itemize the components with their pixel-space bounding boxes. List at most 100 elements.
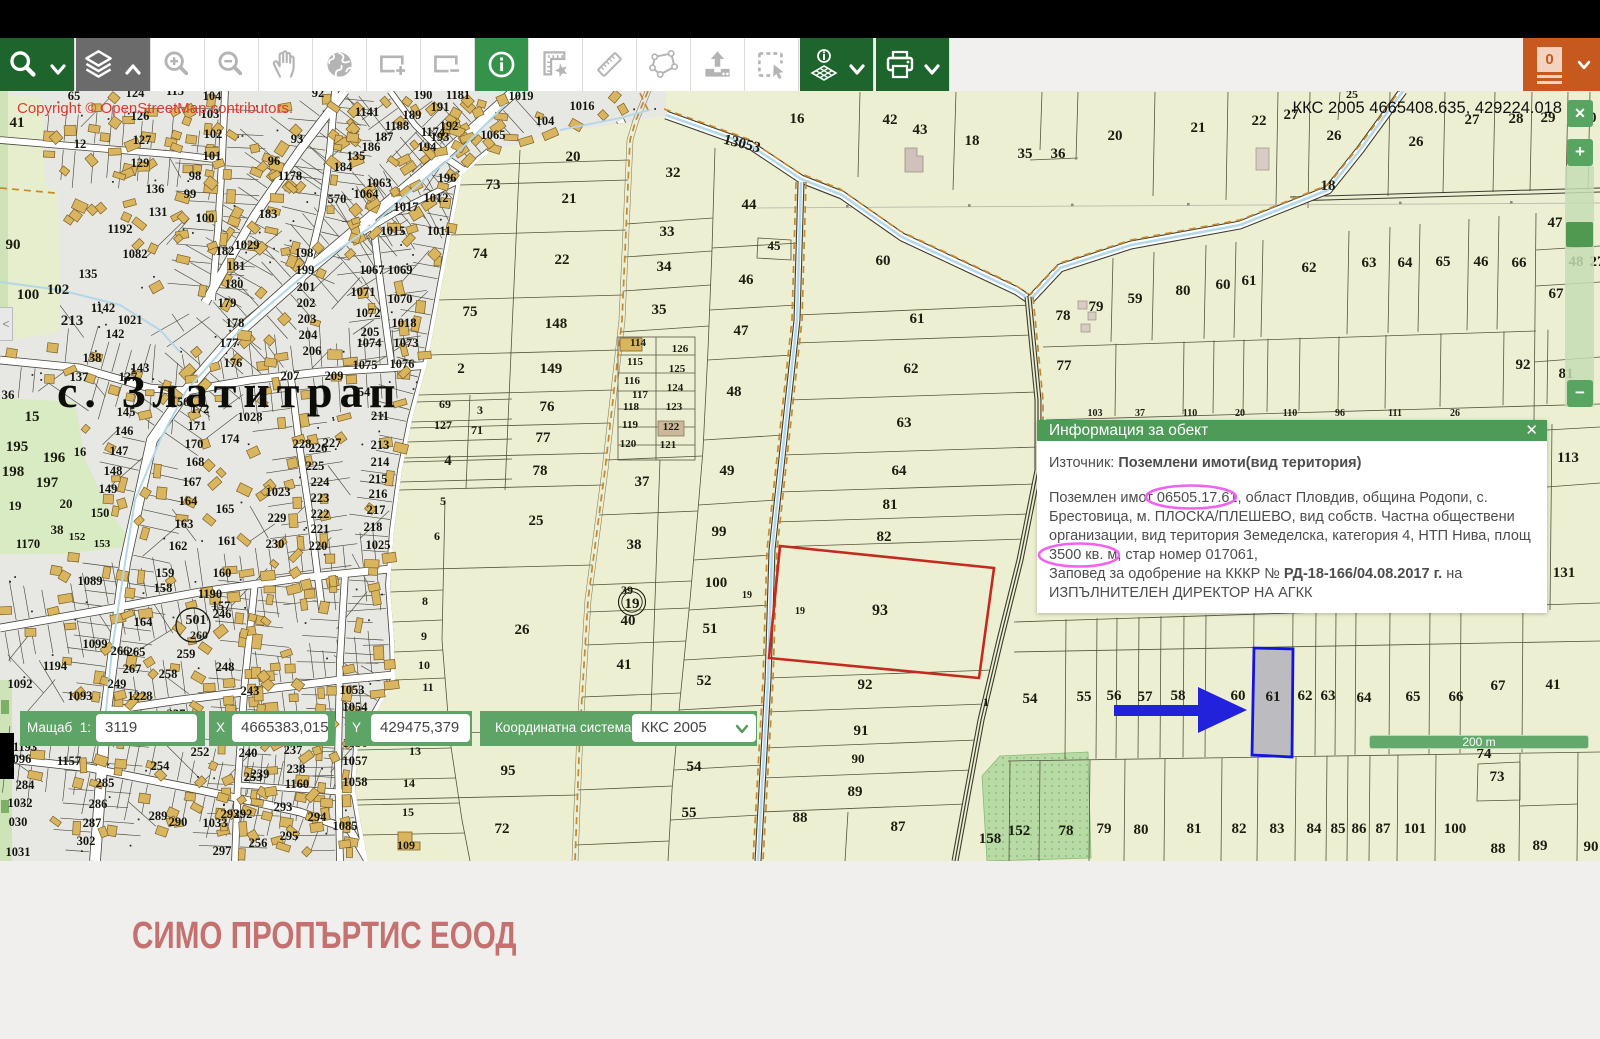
svg-text:71: 71 xyxy=(471,423,483,437)
svg-text:79: 79 xyxy=(1097,821,1112,837)
svg-text:91: 91 xyxy=(854,723,869,739)
svg-text:168: 168 xyxy=(186,455,205,469)
svg-text:20: 20 xyxy=(566,149,581,165)
svg-text:115: 115 xyxy=(627,356,643,368)
svg-text:20: 20 xyxy=(1108,128,1123,144)
svg-text:65: 65 xyxy=(1406,689,1421,705)
svg-text:44: 44 xyxy=(742,197,758,213)
svg-text:286: 286 xyxy=(89,797,108,811)
svg-text:32: 32 xyxy=(666,165,681,181)
svg-text:101: 101 xyxy=(203,149,222,163)
svg-text:60: 60 xyxy=(1216,277,1231,293)
svg-text:114: 114 xyxy=(630,337,646,349)
svg-text:87: 87 xyxy=(891,819,907,835)
svg-text:56: 56 xyxy=(1107,688,1123,704)
svg-text:12: 12 xyxy=(74,137,87,151)
svg-text:с. Златитрап: с. Златитрап xyxy=(57,366,402,417)
svg-text:33: 33 xyxy=(660,224,675,240)
svg-text:267: 267 xyxy=(123,662,142,676)
svg-text:92: 92 xyxy=(312,91,325,100)
svg-text:95: 95 xyxy=(501,763,516,779)
svg-text:79: 79 xyxy=(1089,299,1104,315)
svg-text:1018: 1018 xyxy=(392,316,417,330)
svg-text:46: 46 xyxy=(1474,254,1490,270)
svg-text:238: 238 xyxy=(287,762,306,776)
svg-text:227: 227 xyxy=(323,436,342,450)
svg-text:96: 96 xyxy=(1335,408,1345,419)
svg-text:202: 202 xyxy=(297,296,316,310)
svg-text:40: 40 xyxy=(621,613,636,629)
svg-text:191: 191 xyxy=(431,100,450,114)
svg-text:67: 67 xyxy=(1491,678,1507,694)
svg-text:78: 78 xyxy=(1056,308,1071,324)
svg-text:36: 36 xyxy=(2,387,16,402)
svg-text:178: 178 xyxy=(226,316,245,330)
svg-text:38: 38 xyxy=(627,537,642,553)
svg-text:204: 204 xyxy=(299,328,319,342)
svg-text:60: 60 xyxy=(1231,688,1246,704)
svg-text:294: 294 xyxy=(308,810,328,824)
svg-text:67: 67 xyxy=(1549,286,1565,302)
svg-text:223: 223 xyxy=(311,491,330,505)
svg-text:3: 3 xyxy=(477,403,483,417)
svg-text:131: 131 xyxy=(149,205,168,219)
svg-text:122: 122 xyxy=(663,421,680,433)
svg-text:87: 87 xyxy=(1376,821,1392,837)
svg-text:100: 100 xyxy=(17,287,40,303)
svg-text:150: 150 xyxy=(91,506,110,520)
svg-text:1181: 1181 xyxy=(446,91,470,102)
svg-text:149: 149 xyxy=(99,482,118,496)
svg-text:259: 259 xyxy=(177,647,196,661)
svg-text:1025: 1025 xyxy=(366,538,391,552)
svg-text:293: 293 xyxy=(274,800,293,814)
svg-text:096: 096 xyxy=(13,752,32,766)
svg-text:6: 6 xyxy=(434,529,440,543)
svg-text:47: 47 xyxy=(734,323,750,339)
svg-text:19: 19 xyxy=(625,596,640,612)
svg-text:20: 20 xyxy=(60,496,73,511)
svg-text:1170: 1170 xyxy=(16,537,40,551)
svg-text:162: 162 xyxy=(169,539,188,553)
svg-text:61: 61 xyxy=(1242,273,1257,289)
svg-text:41: 41 xyxy=(10,115,25,131)
svg-text:1017: 1017 xyxy=(394,200,419,214)
svg-text:215: 215 xyxy=(369,472,388,486)
svg-text:182: 182 xyxy=(216,244,235,258)
svg-text:11: 11 xyxy=(422,680,433,694)
svg-text:213: 213 xyxy=(61,313,84,329)
svg-text:1016: 1016 xyxy=(570,99,595,113)
svg-text:160: 160 xyxy=(213,566,232,580)
svg-text:1228: 1228 xyxy=(128,689,153,703)
svg-text:5: 5 xyxy=(440,494,446,508)
svg-text:292: 292 xyxy=(234,807,253,821)
svg-text:1: 1 xyxy=(983,695,989,709)
svg-text:199: 199 xyxy=(296,263,315,277)
svg-text:149: 149 xyxy=(540,361,563,377)
svg-text:90: 90 xyxy=(6,237,21,253)
svg-text:117: 117 xyxy=(632,389,648,401)
svg-text:16: 16 xyxy=(790,111,806,127)
svg-text:1015: 1015 xyxy=(381,224,406,238)
svg-text:43: 43 xyxy=(913,122,928,138)
svg-text:38: 38 xyxy=(51,522,65,537)
svg-text:111: 111 xyxy=(1388,408,1402,419)
svg-text:190: 190 xyxy=(414,91,433,102)
svg-text:120: 120 xyxy=(620,438,637,450)
svg-text:74: 74 xyxy=(473,246,489,262)
svg-text:135: 135 xyxy=(79,267,98,281)
svg-text:77: 77 xyxy=(1057,358,1073,374)
svg-text:35: 35 xyxy=(652,302,667,318)
svg-text:22: 22 xyxy=(555,252,570,268)
svg-text:60: 60 xyxy=(876,253,891,269)
svg-text:21: 21 xyxy=(1191,120,1206,136)
svg-text:89: 89 xyxy=(1533,838,1548,854)
svg-text:90: 90 xyxy=(852,751,865,766)
svg-text:51: 51 xyxy=(703,621,718,637)
svg-text:16: 16 xyxy=(74,445,87,459)
svg-text:1021: 1021 xyxy=(118,313,143,327)
svg-text:180: 180 xyxy=(225,277,244,291)
svg-text:127: 127 xyxy=(434,418,452,432)
svg-text:102: 102 xyxy=(47,282,70,298)
svg-text:42: 42 xyxy=(883,112,898,128)
svg-text:1085: 1085 xyxy=(333,819,358,833)
